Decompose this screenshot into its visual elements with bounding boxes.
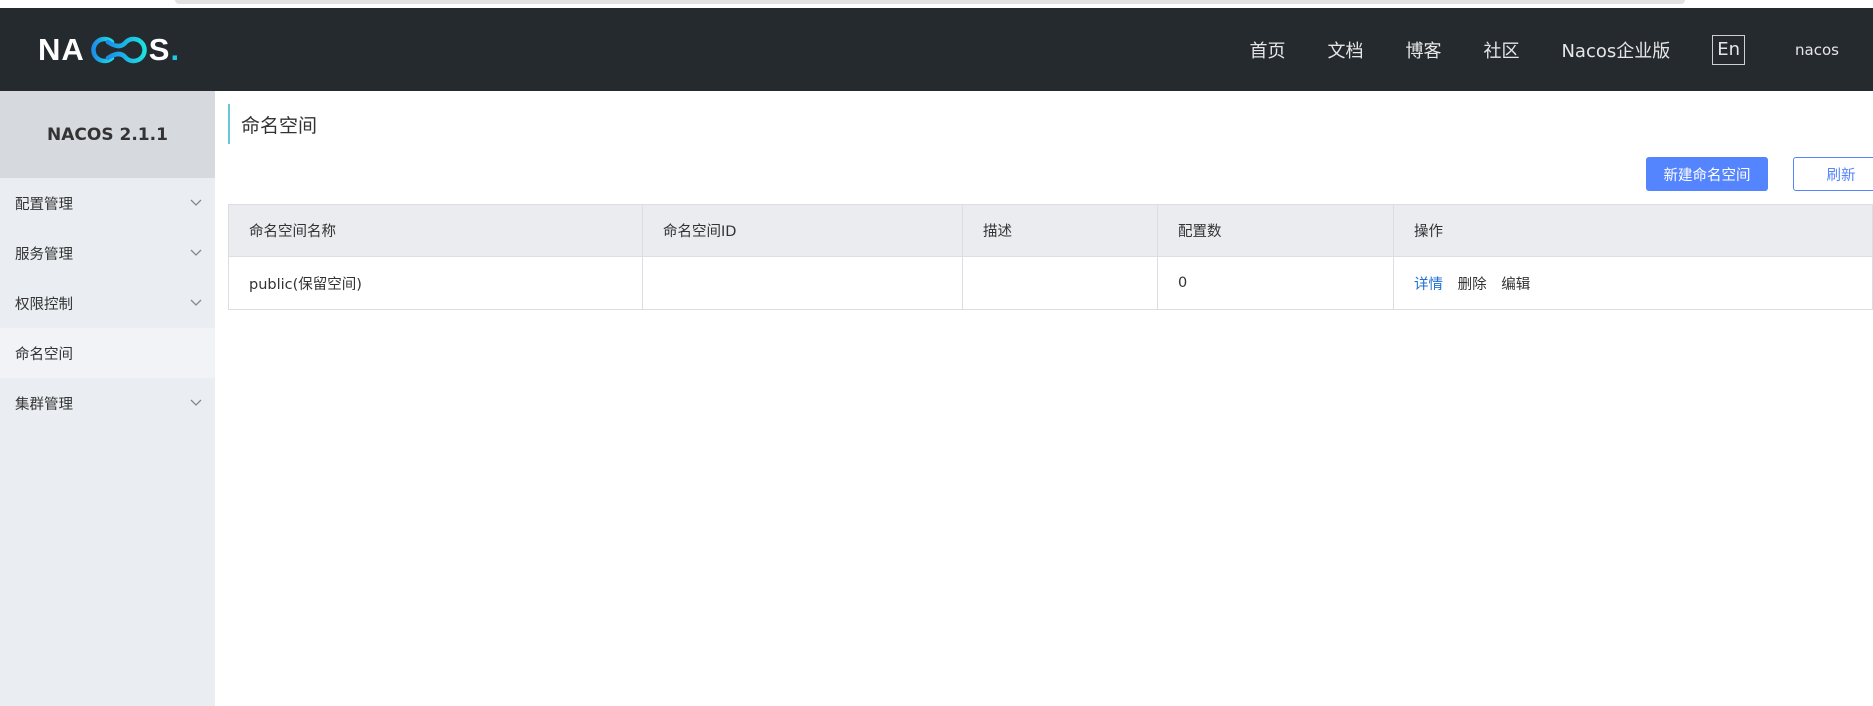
namespace-table: 命名空间名称 命名空间ID 描述 配置数 操作 public(保留空间) 0 详… <box>228 204 1873 310</box>
sidebar-item-service-management[interactable]: 服务管理 <box>0 228 215 278</box>
cell-namespace-id <box>642 256 963 310</box>
column-header-id: 命名空间ID <box>642 204 963 257</box>
chevron-down-icon <box>189 196 203 210</box>
sidebar-item-access-control[interactable]: 权限控制 <box>0 278 215 328</box>
browser-top-strip <box>0 0 1873 8</box>
language-switch-button[interactable]: En <box>1712 34 1746 65</box>
sidebar-item-label: 权限控制 <box>15 296 73 313</box>
chevron-down-icon <box>189 246 203 260</box>
column-header-actions: 操作 <box>1393 204 1873 257</box>
cell-namespace-name: public(保留空间) <box>228 256 643 310</box>
logo-text-left: NA <box>38 32 85 67</box>
user-menu[interactable]: nacos <box>1795 41 1839 59</box>
sidebar-item-cluster-management[interactable]: 集群管理 <box>0 378 215 428</box>
sidebar: NACOS 2.1.1 配置管理 服务管理 权限控制 命名空间 集群管理 <box>0 91 215 706</box>
table-row: public(保留空间) 0 详情 删除 编辑 <box>228 256 1873 310</box>
sidebar-item-config-management[interactable]: 配置管理 <box>0 178 215 228</box>
sidebar-item-label: 服务管理 <box>15 246 73 263</box>
cell-config-count: 0 <box>1157 256 1394 310</box>
nav-home[interactable]: 首页 <box>1249 37 1285 63</box>
details-link[interactable]: 详情 <box>1414 277 1443 293</box>
delete-link[interactable]: 删除 <box>1458 277 1487 293</box>
nav-docs[interactable]: 文档 <box>1327 37 1363 63</box>
horizontal-scrollbar[interactable] <box>175 0 1685 4</box>
sidebar-item-namespace[interactable]: 命名空间 <box>0 328 215 378</box>
nav-community[interactable]: 社区 <box>1483 37 1519 63</box>
top-nav: 首页 文档 博客 社区 Nacos企业版 En nacos <box>1249 8 1873 91</box>
nav-blog[interactable]: 博客 <box>1405 37 1441 63</box>
table-header-row: 命名空间名称 命名空间ID 描述 配置数 操作 <box>228 204 1873 257</box>
version-label: NACOS 2.1.1 <box>0 91 215 178</box>
logo-co-icon <box>91 36 147 64</box>
logo-dot: . <box>170 32 181 67</box>
column-header-description: 描述 <box>962 204 1158 257</box>
column-header-config-count: 配置数 <box>1157 204 1394 257</box>
nav-enterprise[interactable]: Nacos企业版 <box>1561 37 1670 63</box>
edit-link[interactable]: 编辑 <box>1501 277 1530 293</box>
page-title: 命名空间 <box>228 104 317 144</box>
main-content: 命名空间 新建命名空间 刷新 命名空间名称 命名空间ID 描述 配置数 操作 p… <box>215 91 1873 706</box>
sidebar-item-label: 配置管理 <box>15 196 73 213</box>
create-namespace-button[interactable]: 新建命名空间 <box>1646 157 1768 191</box>
logo-text-right: S <box>148 32 171 67</box>
sidebar-item-label: 命名空间 <box>15 346 73 363</box>
nacos-logo[interactable]: NA S . <box>38 30 180 70</box>
sidebar-item-label: 集群管理 <box>15 396 73 413</box>
refresh-button[interactable]: 刷新 <box>1793 157 1873 191</box>
chevron-down-icon <box>189 396 203 410</box>
cell-actions: 详情 删除 编辑 <box>1393 256 1873 310</box>
cell-description <box>962 256 1158 310</box>
column-header-name: 命名空间名称 <box>228 204 643 257</box>
chevron-down-icon <box>189 296 203 310</box>
